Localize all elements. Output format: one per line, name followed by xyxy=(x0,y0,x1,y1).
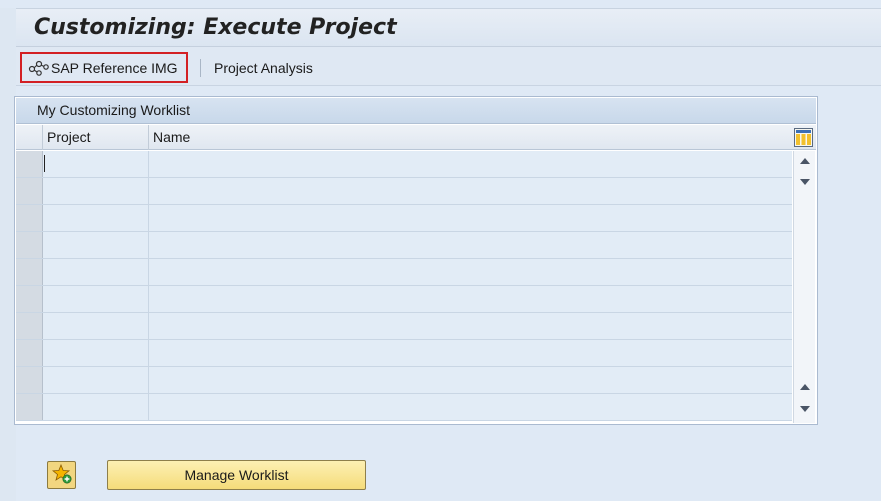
cell-name[interactable] xyxy=(149,232,792,258)
worklist-title: My Customizing Worklist xyxy=(37,102,190,118)
cell-name[interactable] xyxy=(149,367,792,393)
cell-name[interactable] xyxy=(149,259,792,285)
table-row[interactable] xyxy=(16,313,792,340)
vertical-scrollbar[interactable] xyxy=(793,151,815,423)
column-header-project[interactable]: Project xyxy=(43,125,149,150)
sap-reference-img-label: SAP Reference IMG xyxy=(51,59,178,76)
worklist-rows xyxy=(16,151,792,421)
cell-project[interactable] xyxy=(43,205,149,231)
worklist-header: My Customizing Worklist xyxy=(16,98,816,124)
scroll-page-down-icon[interactable] xyxy=(798,403,811,415)
cell-name[interactable] xyxy=(149,205,792,231)
star-add-icon xyxy=(51,463,72,487)
text-cursor xyxy=(44,155,45,172)
table-row[interactable] xyxy=(16,232,792,259)
table-row[interactable] xyxy=(16,151,792,178)
select-all-cell[interactable] xyxy=(16,125,43,150)
column-layout-icon[interactable] xyxy=(794,128,813,147)
table-row[interactable] xyxy=(16,259,792,286)
cell-name[interactable] xyxy=(149,394,792,420)
table-row[interactable] xyxy=(16,394,792,421)
project-analysis-button[interactable]: Project Analysis xyxy=(206,52,321,83)
table-row[interactable] xyxy=(16,367,792,394)
cell-project[interactable] xyxy=(43,394,149,420)
cell-name[interactable] xyxy=(149,313,792,339)
cell-project[interactable] xyxy=(43,178,149,204)
row-selector[interactable] xyxy=(16,286,43,312)
cell-project[interactable] xyxy=(43,151,149,177)
toolbar-separator xyxy=(200,59,201,77)
scroll-down-icon[interactable] xyxy=(798,176,811,188)
row-selector[interactable] xyxy=(16,394,43,420)
img-structure-icon xyxy=(28,60,50,76)
page-title: Customizing: Execute Project xyxy=(34,15,397,40)
column-header-name[interactable]: Name xyxy=(149,125,793,150)
cell-name[interactable] xyxy=(149,286,792,312)
worklist-panel: My Customizing Worklist Project Name xyxy=(14,96,818,425)
cell-project[interactable] xyxy=(43,367,149,393)
cell-project[interactable] xyxy=(43,286,149,312)
row-selector[interactable] xyxy=(16,313,43,339)
row-selector[interactable] xyxy=(16,205,43,231)
cell-name[interactable] xyxy=(149,340,792,366)
row-selector[interactable] xyxy=(16,259,43,285)
cell-project[interactable] xyxy=(43,232,149,258)
sap-reference-img-button[interactable]: SAP Reference IMG xyxy=(20,52,188,83)
title-bar: Customizing: Execute Project xyxy=(16,8,881,46)
cell-project[interactable] xyxy=(43,259,149,285)
cell-project[interactable] xyxy=(43,313,149,339)
manage-worklist-button[interactable]: Manage Worklist xyxy=(107,460,366,490)
project-analysis-label: Project Analysis xyxy=(214,59,313,76)
row-selector[interactable] xyxy=(16,151,43,177)
row-selector[interactable] xyxy=(16,367,43,393)
add-favorite-button[interactable] xyxy=(47,461,76,489)
scroll-page-up-icon[interactable] xyxy=(798,381,811,393)
cell-name[interactable] xyxy=(149,151,792,177)
row-selector[interactable] xyxy=(16,178,43,204)
table-row[interactable] xyxy=(16,286,792,313)
row-selector[interactable] xyxy=(16,232,43,258)
cell-name[interactable] xyxy=(149,178,792,204)
cell-project[interactable] xyxy=(43,340,149,366)
scroll-up-icon[interactable] xyxy=(798,155,811,167)
table-row[interactable] xyxy=(16,340,792,367)
table-row[interactable] xyxy=(16,178,792,205)
application-toolbar: SAP Reference IMG Project Analysis xyxy=(16,46,881,86)
grid-header: Project Name xyxy=(16,125,816,150)
table-row[interactable] xyxy=(16,205,792,232)
row-selector[interactable] xyxy=(16,340,43,366)
